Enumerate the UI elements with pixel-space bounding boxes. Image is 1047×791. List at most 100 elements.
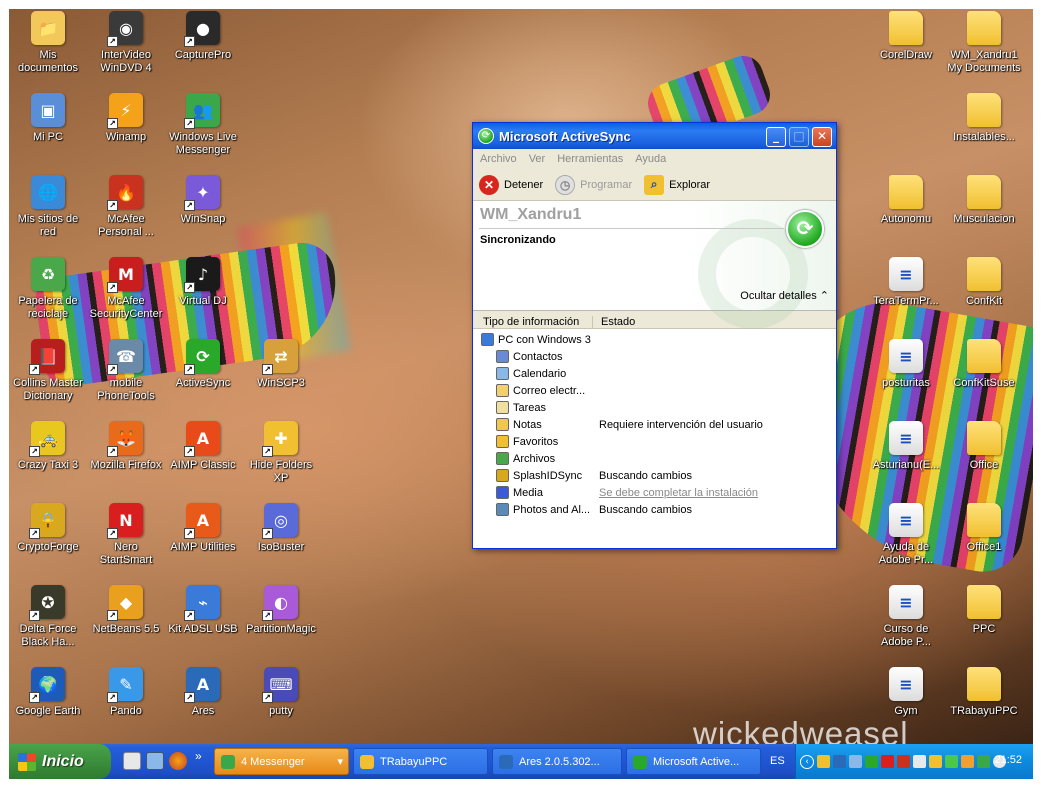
desktop-icon[interactable]: TRabayuPPC: [945, 667, 1023, 718]
desktop-icon[interactable]: ⇄ ↗ WinSCP3: [242, 339, 320, 390]
stop-button[interactable]: ✕ Detener: [479, 174, 543, 195]
desktop-icon[interactable]: Office: [945, 421, 1023, 472]
quick-launch-show-desktop-icon[interactable]: [146, 752, 164, 770]
desktop-icon[interactable]: ⟳ ↗ ActiveSync: [164, 339, 242, 390]
tray-meter-icon[interactable]: [881, 755, 894, 768]
tray-network-icon[interactable]: [849, 755, 862, 768]
list-item[interactable]: Notas Requiere intervención del usuario: [473, 416, 836, 433]
taskbar-button[interactable]: TRabayuPPC: [353, 748, 488, 775]
desktop-icon[interactable]: 🦊 ↗ Mozilla Firefox: [87, 421, 165, 472]
list-item[interactable]: Contactos: [473, 348, 836, 365]
quick-launch-notepad-icon[interactable]: [123, 752, 141, 770]
desktop-icon[interactable]: N ↗ Nero StartSmart: [87, 503, 165, 567]
column-header-status[interactable]: Estado: [593, 316, 635, 328]
list-item[interactable]: Tareas: [473, 399, 836, 416]
desktop-icon[interactable]: ⚡ ↗ Winamp: [87, 93, 165, 144]
list-item[interactable]: Calendario: [473, 365, 836, 382]
tray-expand-icon[interactable]: ‹: [800, 754, 814, 769]
quick-launch-overflow[interactable]: »: [195, 749, 202, 763]
desktop-icon[interactable]: 🔥 ↗ McAfee Personal ...: [87, 175, 165, 239]
desktop-icon[interactable]: A ↗ Ares: [164, 667, 242, 718]
desktop-icon[interactable]: Office1: [945, 503, 1023, 554]
tray-volume-icon[interactable]: [913, 755, 926, 768]
desktop-icon[interactable]: ● ↗ CapturePro: [164, 11, 242, 62]
desktop-icon[interactable]: ◎ ↗ IsoBuster: [242, 503, 320, 554]
desktop-icon[interactable]: A ↗ AIMP Classic: [164, 421, 242, 472]
tray-mcafee-icon[interactable]: [897, 755, 910, 768]
minimize-button[interactable]: _: [766, 127, 786, 147]
tray-activesync-icon[interactable]: [865, 755, 878, 768]
list-item[interactable]: SplashIDSync Buscando cambios: [473, 467, 836, 484]
tray-messenger-icon[interactable]: [977, 755, 990, 768]
desktop-icon[interactable]: WM_Xandru1 My Documents: [945, 11, 1023, 75]
clock[interactable]: 21:52: [994, 754, 1022, 766]
explore-button[interactable]: ⌕ Explorar: [644, 174, 710, 195]
desktop-icon[interactable]: ≡ Gym: [867, 667, 945, 718]
chevron-down-icon[interactable]: ▾: [337, 755, 343, 768]
tray-recycle-icon[interactable]: [961, 755, 974, 768]
list-item[interactable]: Photos and Al... Buscando cambios: [473, 501, 836, 518]
desktop-icon[interactable]: ▣ Mi PC: [9, 93, 87, 144]
desktop-icon[interactable]: ◉ ↗ InterVideo WinDVD 4: [87, 11, 165, 75]
desktop-icon[interactable]: M ↗ McAfee SecurityCenter: [87, 257, 165, 321]
desktop-icon[interactable]: ✪ ↗ Delta Force Black Ha...: [9, 585, 87, 649]
list-item[interactable]: Media Se debe completar la instalación: [473, 484, 836, 501]
desktop-icon[interactable]: 🌍 ↗ Google Earth: [9, 667, 87, 718]
desktop-icon[interactable]: 👥 ↗ Windows Live Messenger: [164, 93, 242, 157]
close-button[interactable]: ✕: [812, 127, 832, 147]
desktop-icon[interactable]: CorelDraw: [867, 11, 945, 62]
menu-herramientas[interactable]: Herramientas: [557, 153, 623, 165]
desktop-icon[interactable]: ◐ ↗ PartitionMagic: [242, 585, 320, 636]
list-item[interactable]: Favoritos: [473, 433, 836, 450]
desktop-icon[interactable]: ◆ ↗ NetBeans 5.5: [87, 585, 165, 636]
tray-warning-icon[interactable]: [817, 755, 830, 768]
desktop-icon[interactable]: ✚ ↗ Hide Folders XP: [242, 421, 320, 485]
menu-ayuda[interactable]: Ayuda: [635, 153, 666, 165]
desktop-icon[interactable]: ⌁ ↗ Kit ADSL USB: [164, 585, 242, 636]
schedule-button[interactable]: ◷ Programar: [555, 174, 632, 195]
activesync-window[interactable]: ⟳ Microsoft ActiveSync _ □ ✕ Archivo Ver…: [472, 122, 837, 549]
list-item-status-link[interactable]: Se debe completar la instalación: [599, 487, 758, 499]
desktop-icon[interactable]: ConfKitSuse: [945, 339, 1023, 390]
window-titlebar[interactable]: ⟳ Microsoft ActiveSync _ □ ✕: [473, 123, 836, 149]
tray-shield-icon[interactable]: [929, 755, 942, 768]
desktop-icon[interactable]: 🚕 ↗ Crazy Taxi 3: [9, 421, 87, 472]
taskbar-button[interactable]: Ares 2.0.5.302...: [492, 748, 622, 775]
desktop-icon[interactable]: ♪ ↗ Virtual DJ: [164, 257, 242, 308]
menu-ver[interactable]: Ver: [529, 153, 546, 165]
desktop-icon[interactable]: ⌨ ↗ putty: [242, 667, 320, 718]
taskbar-button[interactable]: Microsoft Active...: [626, 748, 761, 775]
desktop-icon[interactable]: PPC: [945, 585, 1023, 636]
desktop-icon[interactable]: ConfKit: [945, 257, 1023, 308]
desktop-icon[interactable]: ✎ ↗ Pando: [87, 667, 165, 718]
desktop-icon[interactable]: ✦ ↗ WinSnap: [164, 175, 242, 226]
tray-ares-icon[interactable]: [833, 755, 846, 768]
tray-green-icon[interactable]: [945, 755, 958, 768]
desktop-icon[interactable]: Musculacion: [945, 175, 1023, 226]
maximize-button[interactable]: □: [789, 127, 809, 147]
hide-details-button[interactable]: Ocultar detalles ⌃: [740, 289, 829, 302]
taskbar-button[interactable]: 4 Messenger ▾: [214, 748, 349, 775]
desktop-icon[interactable]: Instalables...: [945, 93, 1023, 144]
start-button[interactable]: Inicio: [9, 744, 111, 779]
desktop-icon[interactable]: ☎ ↗ mobile PhoneTools: [87, 339, 165, 403]
desktop-icon[interactable]: ≡ posturitas: [867, 339, 945, 390]
desktop-icon[interactable]: ≡ TeraTermPr...: [867, 257, 945, 308]
quick-launch-firefox-icon[interactable]: [169, 752, 187, 770]
desktop-icon[interactable]: 🔒 ↗ CryptoForge: [9, 503, 87, 554]
list-item[interactable]: PC con Windows 3: [473, 331, 836, 348]
language-indicator[interactable]: ES: [770, 755, 785, 767]
desktop-icon[interactable]: ≡ Curso de Adobe P...: [867, 585, 945, 649]
list-item[interactable]: Archivos: [473, 450, 836, 467]
desktop-icon[interactable]: 🌐 Mis sitios de red: [9, 175, 87, 239]
desktop-icon[interactable]: 📁 Mis documentos: [9, 11, 87, 75]
desktop-icon[interactable]: ♻ Papelera de reciclaje: [9, 257, 87, 321]
desktop-icon[interactable]: 📕 ↗ Collins Master Dictionary: [9, 339, 87, 403]
desktop-icon[interactable]: ≡ Ayuda de Adobe Pr...: [867, 503, 945, 567]
menu-archivo[interactable]: Archivo: [480, 153, 517, 165]
desktop-icon[interactable]: ≡ Asturianu(E...: [867, 421, 945, 472]
desktop-icon[interactable]: A ↗ AIMP Utilities: [164, 503, 242, 554]
list-item[interactable]: Correo electr...: [473, 382, 836, 399]
column-header-type[interactable]: Tipo de información: [473, 316, 593, 328]
desktop-icon[interactable]: Autonomu: [867, 175, 945, 226]
